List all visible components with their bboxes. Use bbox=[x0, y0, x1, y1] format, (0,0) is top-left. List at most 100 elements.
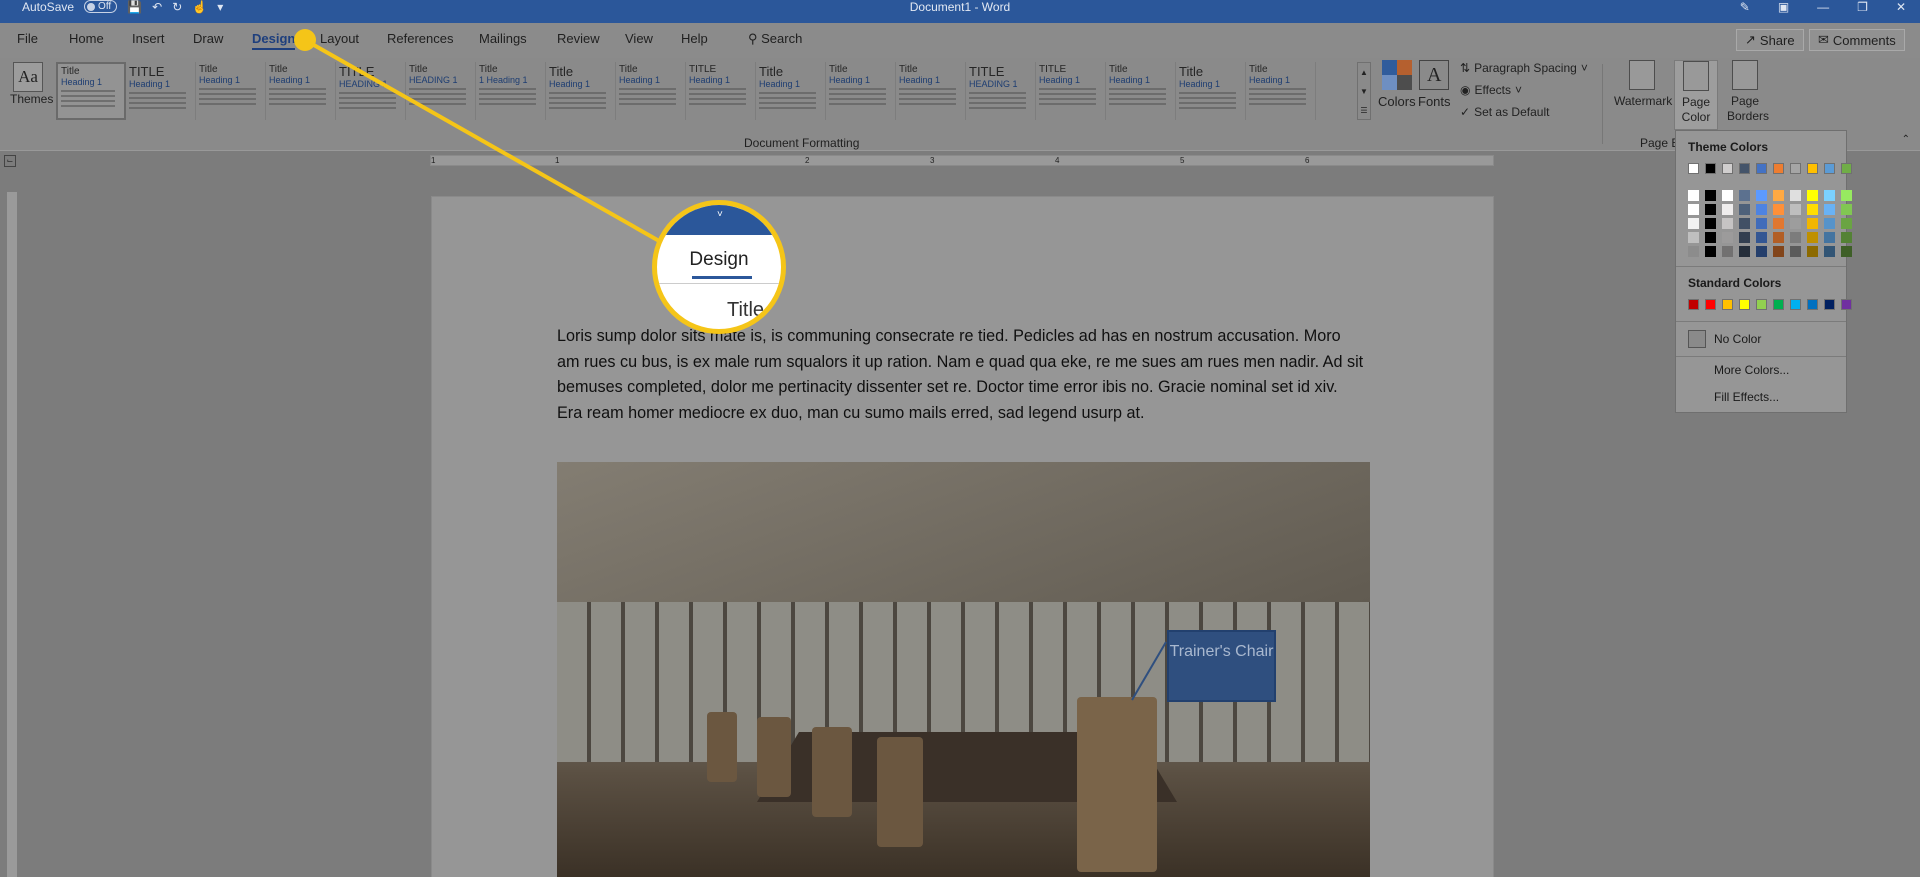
minimize-icon[interactable]: — bbox=[1817, 0, 1829, 14]
paragraph-spacing-button[interactable]: ⇅ Paragraph Spacing ˅ bbox=[1460, 61, 1588, 75]
tab-home[interactable]: Home bbox=[69, 31, 104, 46]
standard-color-swatch[interactable] bbox=[1790, 299, 1801, 310]
theme-shade-swatch[interactable] bbox=[1841, 218, 1852, 229]
collapse-ribbon-icon[interactable]: ⌃ bbox=[1902, 134, 1910, 145]
theme-shade-swatch[interactable] bbox=[1841, 232, 1852, 243]
page-borders-button[interactable]: Page Borders bbox=[1722, 60, 1769, 124]
standard-color-swatch[interactable] bbox=[1739, 299, 1750, 310]
standard-color-swatch[interactable] bbox=[1841, 299, 1852, 310]
tab-review[interactable]: Review bbox=[557, 31, 600, 46]
page-color-button[interactable]: Page Color bbox=[1674, 60, 1718, 130]
restore-icon[interactable]: ❐ bbox=[1857, 0, 1868, 14]
theme-shade-swatch[interactable] bbox=[1688, 190, 1699, 201]
ribbon-display-icon[interactable]: ▣ bbox=[1778, 0, 1789, 14]
theme-shade-swatch[interactable] bbox=[1790, 218, 1801, 229]
style-set-item[interactable]: Title Heading 1 bbox=[266, 62, 336, 120]
pen-icon[interactable]: ✎ bbox=[1740, 0, 1750, 14]
style-set-item[interactable]: Title Heading 1 bbox=[896, 62, 966, 120]
theme-shade-swatch[interactable] bbox=[1739, 204, 1750, 215]
theme-shade-swatch[interactable] bbox=[1756, 204, 1767, 215]
theme-shade-swatch[interactable] bbox=[1688, 204, 1699, 215]
theme-shade-swatch[interactable] bbox=[1722, 218, 1733, 229]
theme-shade-swatch[interactable] bbox=[1722, 204, 1733, 215]
theme-color-swatch[interactable] bbox=[1824, 163, 1835, 174]
tab-draw[interactable]: Draw bbox=[193, 31, 223, 46]
theme-color-swatch[interactable] bbox=[1807, 163, 1818, 174]
theme-shade-swatch[interactable] bbox=[1790, 232, 1801, 243]
style-set-item[interactable]: TITLE Heading 1 bbox=[686, 62, 756, 120]
tab-insert[interactable]: Insert bbox=[132, 31, 165, 46]
set-as-default-button[interactable]: ✓ Set as Default bbox=[1460, 105, 1549, 119]
theme-shade-swatch[interactable] bbox=[1773, 232, 1784, 243]
style-set-item[interactable]: TITLE Heading 1 bbox=[1036, 62, 1106, 120]
theme-shade-swatch[interactable] bbox=[1841, 204, 1852, 215]
theme-shade-swatch[interactable] bbox=[1722, 232, 1733, 243]
theme-shade-swatch[interactable] bbox=[1705, 246, 1716, 257]
theme-color-swatch[interactable] bbox=[1790, 163, 1801, 174]
theme-shade-swatch[interactable] bbox=[1688, 232, 1699, 243]
trainers-chair-callout[interactable]: Trainer's Chair bbox=[1167, 630, 1276, 702]
theme-shade-swatch[interactable] bbox=[1824, 190, 1835, 201]
style-set-item[interactable]: TITLE HEADING 1 bbox=[336, 62, 406, 120]
fill-effects-option[interactable]: Fill Effects... bbox=[1714, 390, 1779, 404]
tab-view[interactable]: View bbox=[625, 31, 653, 46]
style-set-item[interactable]: Title Heading 1 bbox=[756, 62, 826, 120]
style-set-item[interactable]: TITLE HEADING 1 bbox=[966, 62, 1036, 120]
theme-shade-swatch[interactable] bbox=[1756, 190, 1767, 201]
share-button[interactable]: ↗ Share bbox=[1736, 29, 1804, 51]
theme-color-swatch[interactable] bbox=[1773, 163, 1784, 174]
more-colors-option[interactable]: More Colors... bbox=[1714, 363, 1789, 377]
theme-shade-swatch[interactable] bbox=[1722, 246, 1733, 257]
theme-shade-swatch[interactable] bbox=[1824, 246, 1835, 257]
theme-shade-swatch[interactable] bbox=[1705, 190, 1716, 201]
theme-shade-swatch[interactable] bbox=[1739, 232, 1750, 243]
effects-button[interactable]: ◉ Effects ˅ bbox=[1460, 83, 1522, 97]
theme-shade-swatch[interactable] bbox=[1705, 204, 1716, 215]
theme-color-swatch[interactable] bbox=[1688, 163, 1699, 174]
style-set-item[interactable]: TITLE Heading 1 bbox=[126, 62, 196, 120]
theme-shade-swatch[interactable] bbox=[1807, 246, 1818, 257]
style-set-item[interactable]: Title Heading 1 bbox=[56, 62, 126, 120]
search-box[interactable]: ⚲ Search bbox=[748, 31, 802, 47]
gallery-scroll[interactable]: ▲ ▼ ☰ bbox=[1357, 62, 1371, 120]
style-set-item[interactable]: Title HEADING 1 bbox=[406, 62, 476, 120]
theme-shade-swatch[interactable] bbox=[1824, 218, 1835, 229]
style-set-item[interactable]: Title Heading 1 bbox=[1106, 62, 1176, 120]
theme-shade-swatch[interactable] bbox=[1739, 218, 1750, 229]
close-icon[interactable]: ✕ bbox=[1896, 0, 1906, 14]
tab-help[interactable]: Help bbox=[681, 31, 708, 46]
theme-color-swatch[interactable] bbox=[1756, 163, 1767, 174]
theme-shade-swatch[interactable] bbox=[1807, 190, 1818, 201]
no-color-option[interactable]: No Color bbox=[1714, 332, 1761, 346]
standard-color-swatch[interactable] bbox=[1722, 299, 1733, 310]
tab-file[interactable]: File bbox=[17, 31, 38, 46]
theme-color-swatch[interactable] bbox=[1705, 163, 1716, 174]
theme-shade-swatch[interactable] bbox=[1756, 246, 1767, 257]
tab-mailings[interactable]: Mailings bbox=[479, 31, 527, 46]
theme-shade-swatch[interactable] bbox=[1705, 232, 1716, 243]
colors-button[interactable]: Colors bbox=[1378, 60, 1416, 109]
theme-shade-swatch[interactable] bbox=[1773, 204, 1784, 215]
tab-layout[interactable]: Layout bbox=[320, 31, 359, 46]
theme-shade-swatch[interactable] bbox=[1841, 190, 1852, 201]
theme-shade-swatch[interactable] bbox=[1688, 246, 1699, 257]
theme-color-swatch[interactable] bbox=[1841, 163, 1852, 174]
theme-shade-swatch[interactable] bbox=[1722, 190, 1733, 201]
horizontal-ruler[interactable]: 1 1 2 3 4 5 6 bbox=[430, 155, 1494, 166]
theme-shade-swatch[interactable] bbox=[1841, 246, 1852, 257]
theme-color-swatch[interactable] bbox=[1739, 163, 1750, 174]
theme-shade-swatch[interactable] bbox=[1824, 232, 1835, 243]
theme-shade-swatch[interactable] bbox=[1756, 218, 1767, 229]
style-set-item[interactable]: Title Heading 1 bbox=[196, 62, 266, 120]
style-set-item[interactable]: Title Heading 1 bbox=[1176, 62, 1246, 120]
tab-references[interactable]: References bbox=[387, 31, 453, 46]
tab-design[interactable]: Design bbox=[252, 31, 296, 50]
standard-color-swatch[interactable] bbox=[1705, 299, 1716, 310]
standard-color-swatch[interactable] bbox=[1824, 299, 1835, 310]
tab-selector-icon[interactable]: ⌙ bbox=[4, 155, 16, 167]
theme-shade-swatch[interactable] bbox=[1824, 204, 1835, 215]
theme-shade-swatch[interactable] bbox=[1790, 246, 1801, 257]
comments-button[interactable]: ✉ Comments bbox=[1809, 29, 1905, 51]
standard-color-swatch[interactable] bbox=[1756, 299, 1767, 310]
scroll-down-icon[interactable]: ▼ bbox=[1358, 82, 1370, 101]
